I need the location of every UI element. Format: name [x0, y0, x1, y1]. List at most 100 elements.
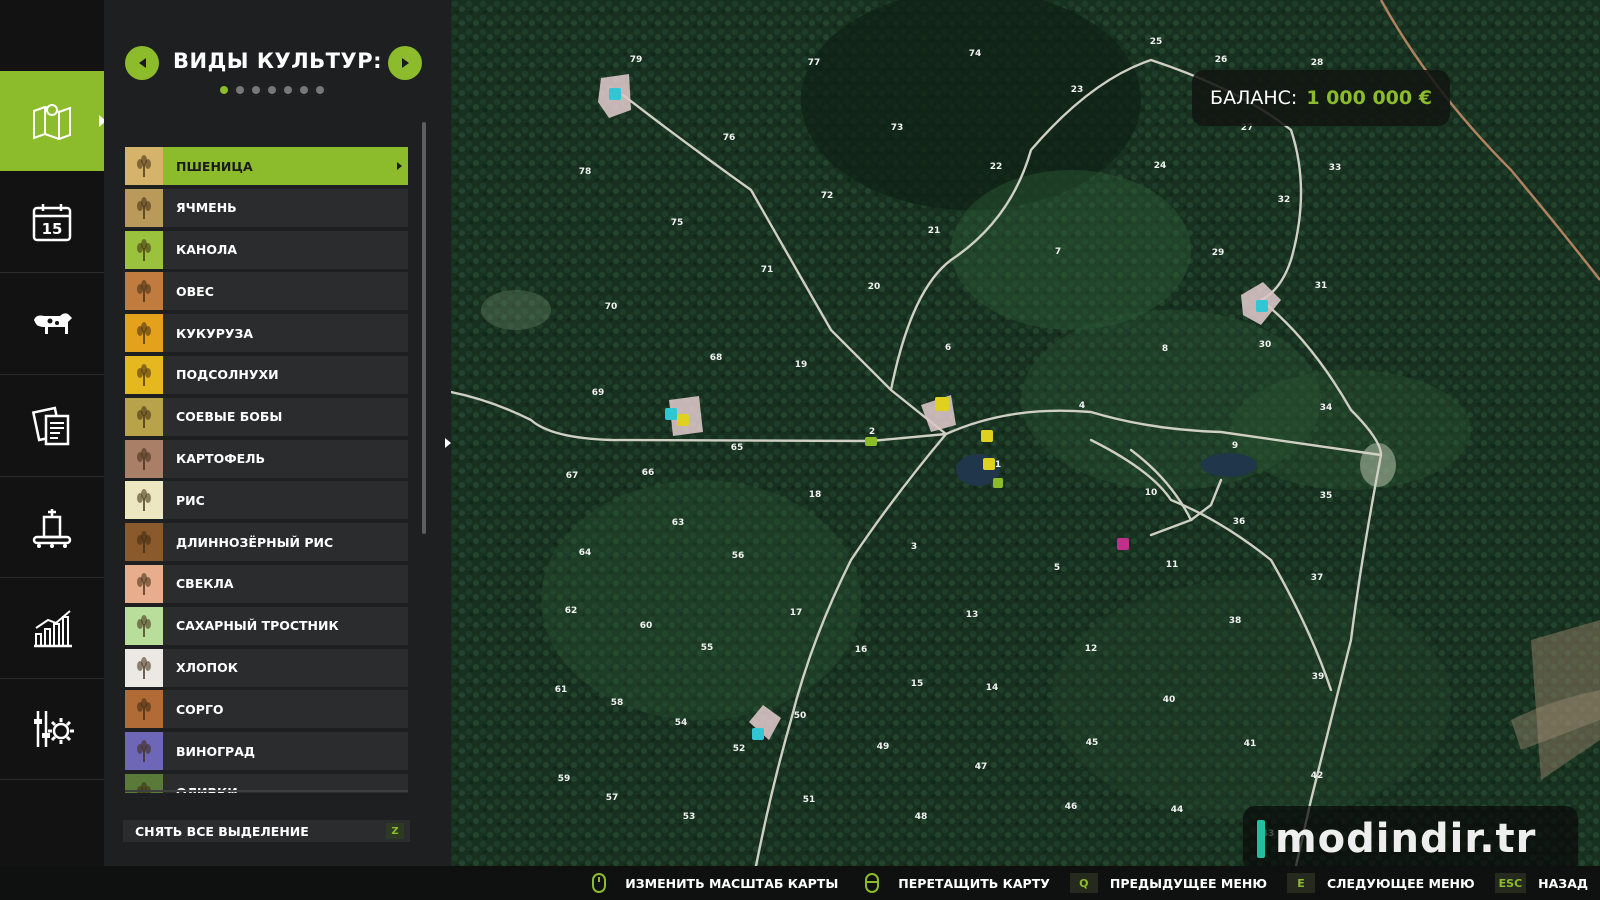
- field-number-label[interactable]: 17: [790, 608, 803, 618]
- crop-item-canola[interactable]: КАНОЛА: [125, 230, 408, 269]
- field-number-label[interactable]: 38: [1229, 616, 1242, 626]
- field-number-label[interactable]: 54: [675, 718, 688, 728]
- field-number-label[interactable]: 61: [555, 685, 568, 695]
- clear-all-selection-button[interactable]: СНЯТЬ ВСЕ ВЫДЕЛЕНИЕ Z: [123, 820, 410, 842]
- nav-animals[interactable]: [0, 274, 104, 375]
- field-number-label[interactable]: 78: [579, 167, 592, 177]
- sell-point-icon[interactable]: [665, 408, 677, 420]
- field-number-label[interactable]: 39: [1312, 672, 1325, 682]
- field-number-label[interactable]: 56: [732, 551, 745, 561]
- field-number-label[interactable]: 30: [1259, 340, 1272, 350]
- field-number-label[interactable]: 9: [1232, 441, 1238, 451]
- field-number-label[interactable]: 10: [1145, 488, 1158, 498]
- field-number-label[interactable]: 46: [1065, 802, 1078, 812]
- field-number-label[interactable]: 57: [606, 793, 619, 803]
- crop-item-soybean[interactable]: СОЕВЫЕ БОБЫ: [125, 397, 408, 436]
- satellite-map[interactable]: 79 77742526 2823277673787222 24 333275217 297…: [451, 0, 1600, 866]
- production-icon[interactable]: [935, 397, 949, 411]
- field-number-label[interactable]: 4: [1079, 401, 1085, 411]
- field-number-label[interactable]: 62: [565, 606, 578, 616]
- field-number-label[interactable]: 48: [915, 812, 928, 822]
- hint-next-menu[interactable]: E СЛЕДУЮЩЕЕ МЕНЮ: [1287, 873, 1475, 893]
- crop-item-barley[interactable]: ЯЧМЕНЬ: [125, 188, 408, 227]
- hint-back[interactable]: ESC НАЗАД: [1494, 873, 1588, 893]
- field-number-label[interactable]: 60: [640, 621, 653, 631]
- field-number-label[interactable]: 8: [1162, 344, 1168, 354]
- page-dot[interactable]: [316, 86, 324, 94]
- field-number-label[interactable]: 74: [969, 49, 982, 59]
- field-number-label[interactable]: 12: [1085, 644, 1098, 654]
- field-number-label[interactable]: 71: [761, 265, 774, 275]
- crop-item-grape[interactable]: ВИНОГРАД: [125, 732, 408, 771]
- production-icon[interactable]: [983, 458, 995, 470]
- field-number-label[interactable]: 44: [1171, 805, 1184, 815]
- field-number-label[interactable]: 66: [642, 468, 655, 478]
- field-number-label[interactable]: 53: [683, 812, 696, 822]
- field-number-label[interactable]: 45: [1086, 738, 1099, 748]
- nav-statistics[interactable]: [0, 578, 104, 679]
- crop-item-longrice[interactable]: ДЛИННОЗЁРНЫЙ РИС: [125, 523, 408, 562]
- field-number-label[interactable]: 79: [630, 55, 643, 65]
- field-number-label[interactable]: 24: [1154, 161, 1167, 171]
- vehicle-icon[interactable]: [865, 437, 877, 446]
- crop-item-potato[interactable]: КАРТОФЕЛЬ: [125, 439, 408, 478]
- production-icon[interactable]: [677, 414, 689, 426]
- field-number-label[interactable]: 65: [731, 443, 744, 453]
- field-number-label[interactable]: 13: [966, 610, 979, 620]
- production-icon[interactable]: [981, 430, 993, 442]
- field-number-label[interactable]: 49: [877, 742, 890, 752]
- map-view[interactable]: 79 77 74 25 26 28 23 27 76 73 78 72 22 24 33 32 75 21 7 29 7…: [451, 0, 1600, 866]
- mission-icon[interactable]: [1117, 538, 1129, 550]
- field-number-label[interactable]: 19: [795, 360, 808, 370]
- field-number-label[interactable]: 51: [803, 795, 816, 805]
- nav-production[interactable]: [0, 477, 104, 578]
- field-number-label[interactable]: 73: [891, 123, 904, 133]
- field-number-label[interactable]: 28: [1311, 58, 1324, 68]
- crop-item-cotton[interactable]: ХЛОПОК: [125, 648, 408, 687]
- field-number-label[interactable]: 41: [1244, 739, 1257, 749]
- field-number-label[interactable]: 14: [986, 683, 999, 693]
- field-number-label[interactable]: 32: [1278, 195, 1291, 205]
- field-number-label[interactable]: 47: [975, 762, 988, 772]
- page-dot[interactable]: [300, 86, 308, 94]
- field-number-label[interactable]: 6: [945, 343, 951, 353]
- crop-item-sunflower[interactable]: ПОДСОЛНУХИ: [125, 355, 408, 394]
- nav-map[interactable]: [0, 71, 106, 171]
- field-number-label[interactable]: 77: [808, 58, 821, 68]
- crop-item-wheat[interactable]: ПШЕНИЦА: [125, 147, 408, 185]
- field-number-label[interactable]: 55: [701, 643, 714, 653]
- field-number-label[interactable]: 52: [733, 744, 746, 754]
- field-number-label[interactable]: 42: [1311, 771, 1324, 781]
- page-dot[interactable]: [252, 86, 260, 94]
- field-number-label[interactable]: 67: [566, 471, 579, 481]
- field-number-label[interactable]: 18: [809, 490, 822, 500]
- field-number-label[interactable]: 3: [911, 542, 917, 552]
- nav-settings[interactable]: [0, 679, 104, 780]
- crop-item-sorghum[interactable]: СОРГО: [125, 690, 408, 729]
- crop-item-beet[interactable]: СВЕКЛА: [125, 564, 408, 603]
- field-number-label[interactable]: 2: [869, 427, 875, 437]
- collapse-panel-button[interactable]: [445, 438, 451, 448]
- field-number-label[interactable]: 75: [671, 218, 684, 228]
- page-dot-active[interactable]: [220, 86, 228, 94]
- field-number-label[interactable]: 64: [579, 548, 592, 558]
- field-number-label[interactable]: 40: [1163, 695, 1176, 705]
- field-number-label[interactable]: 68: [710, 353, 723, 363]
- sell-point-icon[interactable]: [752, 728, 764, 740]
- crop-item-sugarcane[interactable]: САХАРНЫЙ ТРОСТНИК: [125, 606, 408, 645]
- sell-point-icon[interactable]: [609, 88, 621, 100]
- crop-item-corn[interactable]: КУКУРУЗА: [125, 314, 408, 353]
- shop-icon[interactable]: [993, 478, 1003, 488]
- field-number-label[interactable]: 7: [1055, 247, 1061, 257]
- sell-point-icon[interactable]: [1256, 300, 1268, 312]
- field-number-label[interactable]: 20: [868, 282, 881, 292]
- crop-item-rice[interactable]: РИС: [125, 481, 408, 520]
- field-number-label[interactable]: 76: [723, 133, 736, 143]
- field-number-label[interactable]: 1: [995, 460, 1001, 470]
- field-number-label[interactable]: 29: [1212, 248, 1225, 258]
- field-number-label[interactable]: 58: [611, 698, 624, 708]
- field-number-label[interactable]: 11: [1166, 560, 1179, 570]
- field-number-label[interactable]: 59: [558, 774, 571, 784]
- field-number-label[interactable]: 69: [592, 388, 605, 398]
- field-number-label[interactable]: 35: [1320, 491, 1333, 501]
